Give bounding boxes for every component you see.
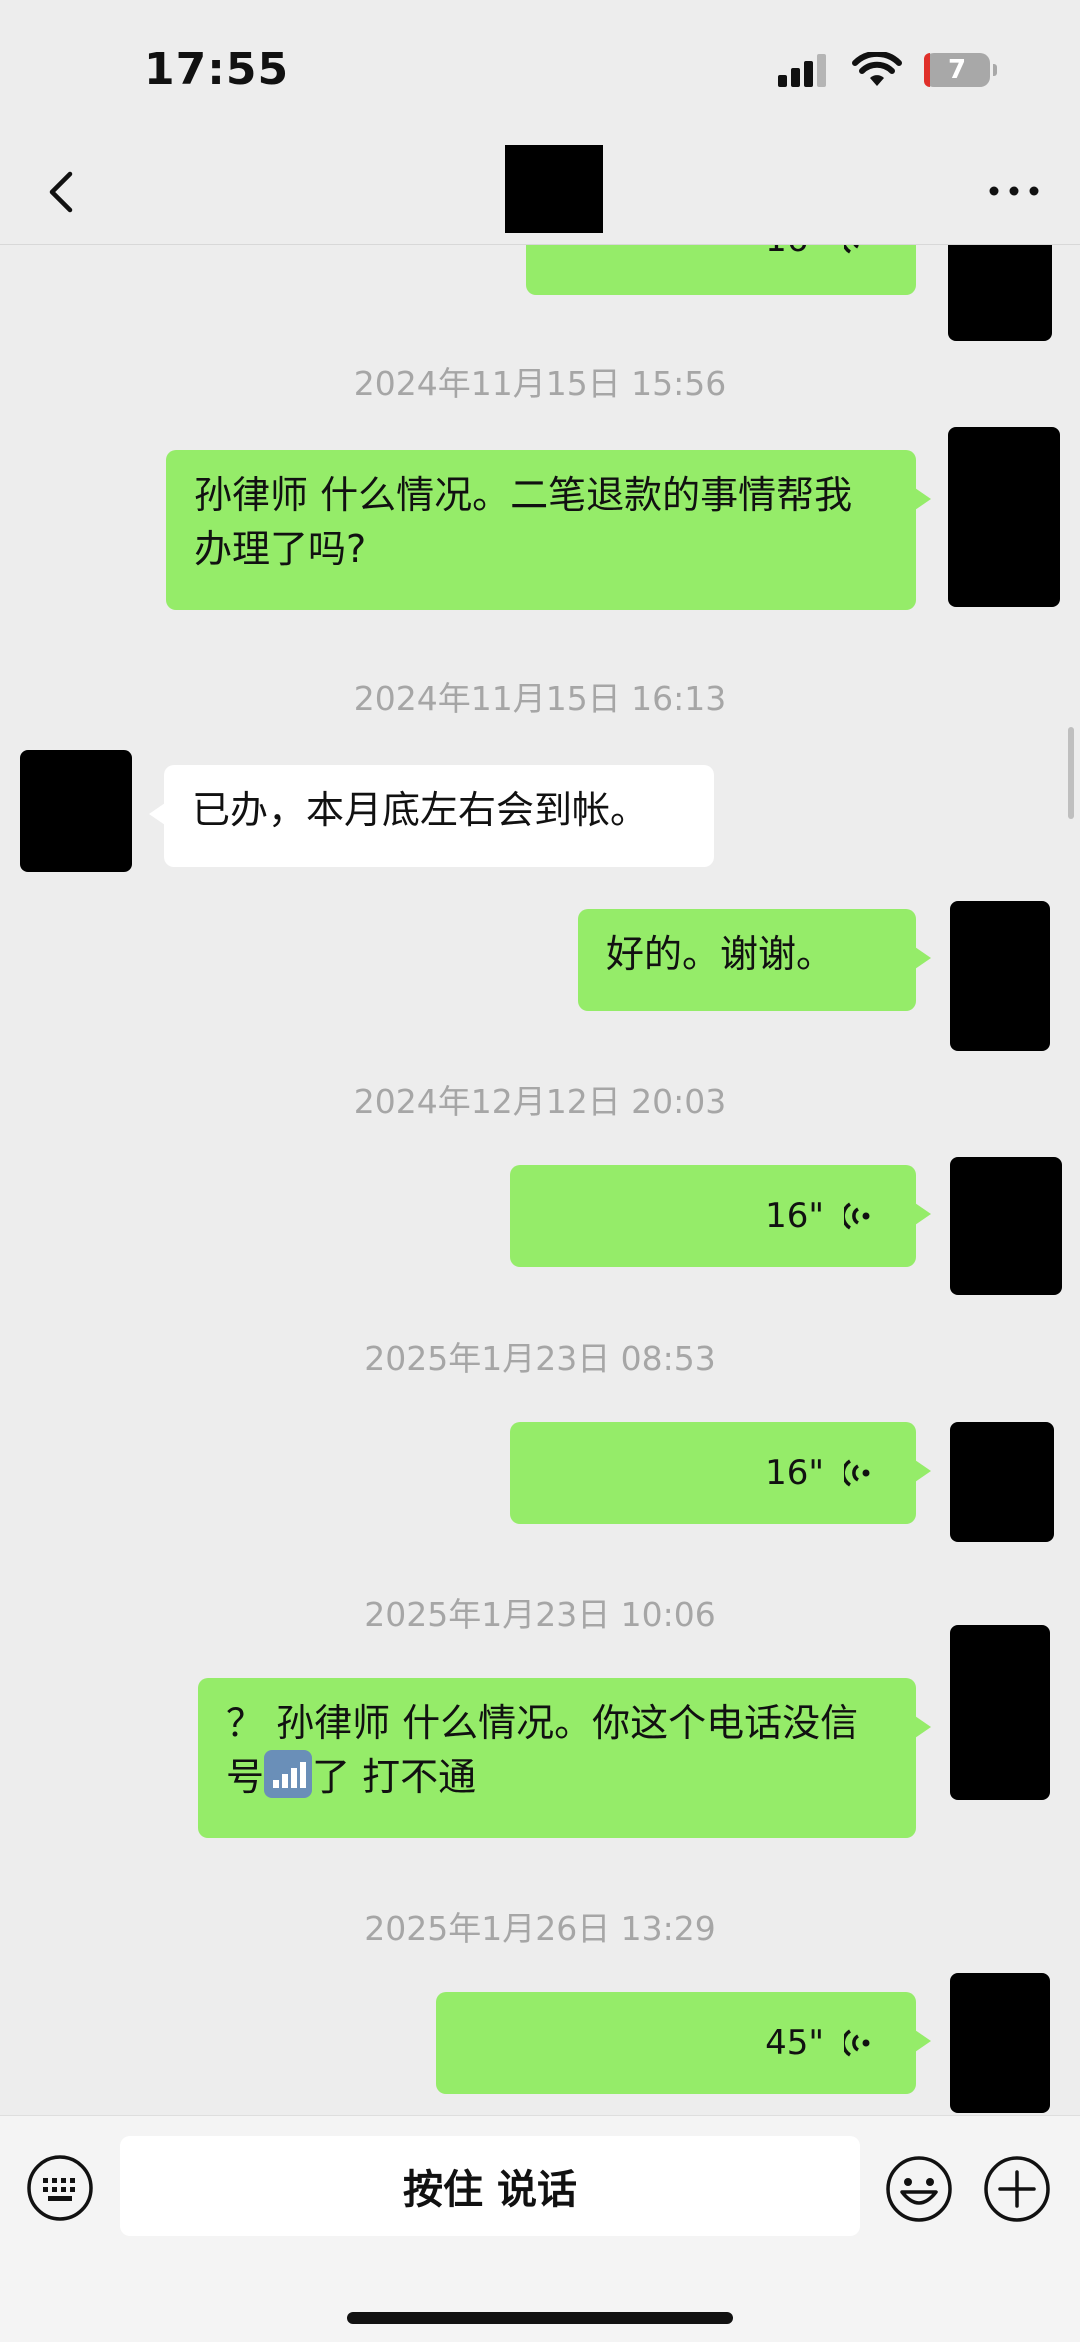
input-bar: 按住 说话 (0, 2115, 1080, 2342)
text-message[interactable]: 好的。谢谢。 (578, 909, 931, 1011)
wifi-icon (852, 52, 902, 86)
my-avatar[interactable] (950, 901, 1050, 1051)
voice-message[interactable]: 16" (526, 245, 916, 295)
emoji-icon[interactable] (884, 2154, 954, 2224)
message-list[interactable]: 16" 2024年11月15日 15:56 孙律师 什么情况。二笔退款的事情帮我… (0, 245, 1080, 2115)
more-options-icon[interactable] (984, 166, 1044, 216)
message-text: 好的。谢谢。 (606, 932, 835, 976)
voice-wave-icon (844, 245, 860, 254)
redacted-name (505, 145, 603, 233)
voice-wave-icon (844, 1202, 870, 1230)
voice-duration: 45" (765, 2023, 824, 2063)
my-avatar[interactable] (948, 245, 1052, 341)
message-text-tail: 了 打不通 (312, 1755, 477, 1799)
status-time: 17:55 (144, 44, 290, 95)
text-message[interactable]: ？ 孙律师 什么情况。你这个电话没信号了 打不通 (198, 1678, 931, 1838)
voice-message[interactable]: 16" (510, 1165, 931, 1267)
text-message[interactable]: 孙律师 什么情况。二笔退款的事情帮我办理了吗? (166, 450, 931, 610)
message-text: 孙律师 什么情况。二笔退款的事情帮我办理了吗? (194, 473, 853, 571)
keyboard-icon[interactable] (26, 2154, 94, 2222)
home-indicator[interactable] (347, 2312, 733, 2324)
hold-to-talk-button[interactable]: 按住 说话 (120, 2136, 860, 2236)
my-avatar[interactable] (950, 1973, 1050, 2113)
voice-duration: 16" (765, 1196, 824, 1236)
voice-wave-icon (844, 1459, 870, 1487)
my-avatar[interactable] (950, 1625, 1050, 1800)
timestamp: 2025年1月26日 13:29 (364, 1909, 716, 1948)
voice-wave-icon (844, 2029, 870, 2057)
text-message[interactable]: 已办，本月底左右会到帐。 (149, 765, 714, 867)
my-avatar[interactable] (950, 1422, 1054, 1542)
battery-indicator: 7 (924, 53, 997, 87)
my-avatar[interactable] (948, 427, 1060, 607)
voice-message[interactable]: 16" (510, 1422, 931, 1524)
timestamp: 2025年1月23日 10:06 (364, 1595, 716, 1634)
voice-message[interactable]: 45" (436, 1992, 931, 2094)
timestamp: 2024年11月15日 15:56 (353, 364, 727, 403)
my-avatar[interactable] (950, 1157, 1062, 1295)
status-bar: 17:55 7 (0, 0, 1080, 140)
cellular-signal-icon (778, 54, 826, 87)
signal-strength-emoji (264, 1750, 313, 1798)
timestamp: 2025年1月23日 08:53 (364, 1339, 716, 1378)
timestamp: 2024年12月12日 20:03 (353, 1082, 727, 1121)
scrollbar[interactable] (1068, 727, 1074, 819)
message-text: 已办，本月底左右会到帐。 (192, 788, 649, 832)
contact-avatar[interactable] (20, 750, 132, 872)
add-plus-icon[interactable] (982, 2154, 1052, 2224)
voice-duration: 16" (765, 245, 824, 267)
voice-duration: 16" (765, 1453, 824, 1493)
chat-header: 孙 (0, 140, 1080, 245)
status-icons: 7 (776, 52, 997, 88)
timestamp: 2024年11月15日 16:13 (353, 679, 727, 718)
